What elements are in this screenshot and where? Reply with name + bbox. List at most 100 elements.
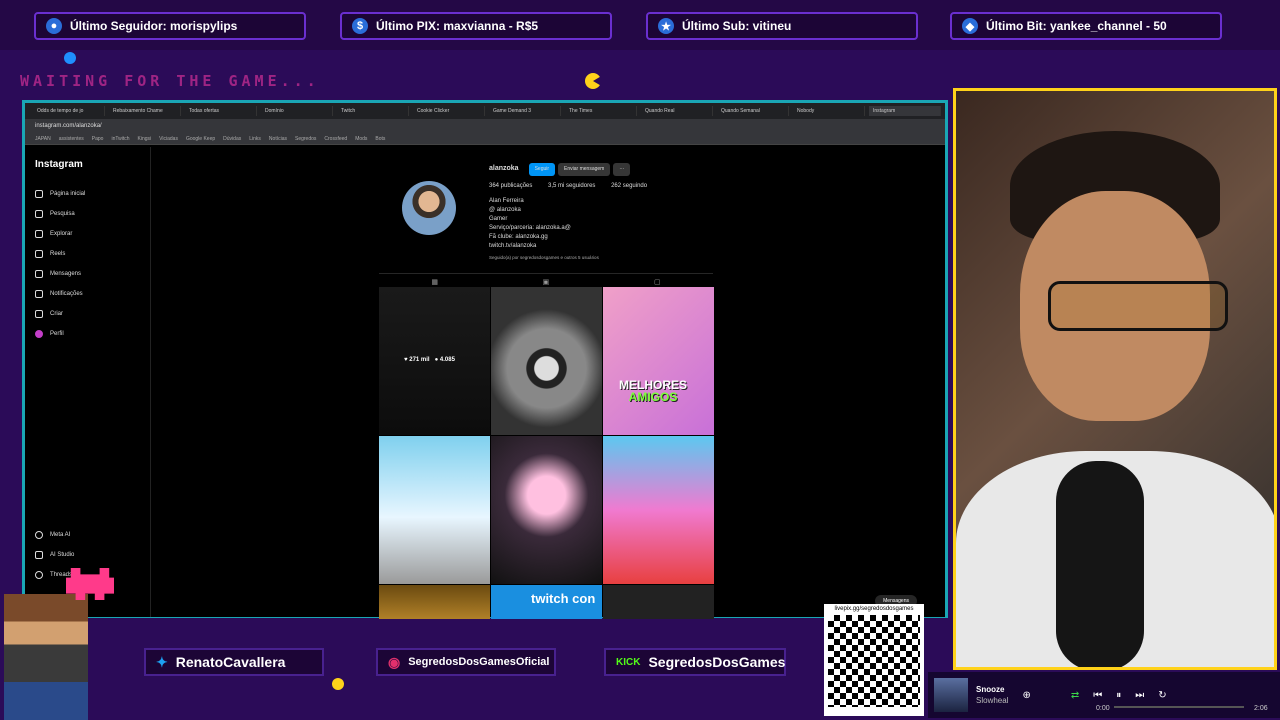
follow-button[interactable]: Seguir: [528, 163, 556, 176]
previous-icon[interactable]: ⏮: [1093, 690, 1102, 701]
bio-line: Fã clube: alanzoka.gg: [489, 234, 548, 240]
stream-overlay: ● Último Seguidor: morispylips $ Último PI…: [0, 0, 1280, 720]
post-tile[interactable]: [379, 585, 490, 619]
bookmark[interactable]: Notícias: [269, 136, 287, 142]
ig-sidebar: Instagram Página inicial Pesquisa Explor…: [25, 147, 151, 617]
nav-label: Explorar: [50, 231, 73, 237]
social-label: SegredosDosGamesOficial: [408, 656, 550, 668]
post-tile[interactable]: [491, 436, 602, 584]
bio-line: Gamer: [489, 216, 508, 222]
browser-tab[interactable]: Cookie Clicker: [413, 106, 485, 116]
nav-notifications[interactable]: Notificações: [35, 284, 140, 304]
bookmark[interactable]: Google Keep: [186, 136, 215, 142]
nav-explore[interactable]: Explorar: [35, 224, 140, 244]
post-tile[interactable]: [603, 585, 714, 619]
post-tile[interactable]: ♥ 271 mil ● 4.085: [379, 287, 490, 435]
alert-label: Último Sub: vitineu: [682, 19, 792, 33]
posts-count: 364 publicações: [489, 183, 533, 189]
avatar-icon: [35, 330, 43, 338]
threads-icon: [35, 571, 43, 579]
post-tile[interactable]: twitch con: [491, 585, 602, 619]
bookmark[interactable]: Papo: [92, 136, 104, 142]
nav-reels[interactable]: Reels: [35, 244, 140, 264]
nav-home[interactable]: Página inicial: [35, 184, 140, 204]
bookmark[interactable]: Bots: [375, 136, 385, 142]
webcam-glasses: [1048, 281, 1228, 331]
last-follower-alert: ● Último Seguidor: morispylips: [34, 12, 306, 40]
tagged-tab-icon[interactable]: ▢: [654, 278, 661, 286]
browser-tab[interactable]: The Times: [565, 106, 637, 116]
sidebar-bottom: Meta AI AI Studio Threads: [35, 525, 74, 585]
post-banner: MELHORES AMIGOS: [619, 379, 687, 403]
bookmark[interactable]: Viciadas: [159, 136, 178, 142]
progress-bar[interactable]: [1114, 706, 1244, 708]
bookmark[interactable]: Links: [249, 136, 261, 142]
browser-tab[interactable]: Quando Real: [641, 106, 713, 116]
followed-by[interactable]: Seguido(a) por segredosdosgames e outros…: [489, 253, 661, 262]
browser-tab[interactable]: Twitch: [337, 106, 409, 116]
nav-profile[interactable]: Perfil: [35, 324, 140, 344]
browser-tab[interactable]: Odds de tempo de jo: [33, 106, 105, 116]
url-text: instagram.com/alanzoka/: [35, 123, 102, 129]
pacman-icon: [585, 73, 601, 89]
following-count[interactable]: 262 seguindo: [611, 183, 647, 189]
browser-tab[interactable]: Rebaixamento Chame: [109, 106, 181, 116]
bio-link[interactable]: twitch.tv/alanzoka: [489, 242, 661, 251]
kick-handle: KICK SegredosDosGames: [604, 648, 786, 676]
threads-handle[interactable]: @ alanzoka: [489, 206, 661, 215]
instagram-logo[interactable]: Instagram: [35, 159, 140, 170]
browser-tab[interactable]: Todas ofertas: [185, 106, 257, 116]
repeat-icon[interactable]: ↻: [1158, 690, 1166, 701]
bookmark[interactable]: inTwitch: [111, 136, 129, 142]
bookmark[interactable]: JAPAN: [35, 136, 51, 142]
nav-label: Criar: [50, 311, 63, 317]
nav-label: AI Studio: [50, 552, 75, 558]
reels-tab-icon[interactable]: ▣: [543, 278, 550, 286]
nav-meta-ai[interactable]: Meta AI: [35, 525, 74, 545]
nav-search[interactable]: Pesquisa: [35, 204, 140, 224]
post-hover-stats: ♥ 271 mil ● 4.085: [404, 357, 455, 363]
post-tile[interactable]: MELHORES AMIGOS: [603, 287, 714, 435]
instagram-page: Instagram Página inicial Pesquisa Explor…: [25, 147, 945, 619]
shuffle-icon[interactable]: ⇄: [1071, 690, 1079, 701]
microphone: [1056, 461, 1144, 667]
star-icon: ★: [658, 18, 674, 34]
pause-icon[interactable]: ⏸: [1116, 690, 1121, 701]
social-label: SegredosDosGames: [648, 654, 786, 670]
bookmark[interactable]: Kingsi: [138, 136, 152, 142]
grid-tab-icon[interactable]: ▦: [431, 278, 438, 286]
post-tile[interactable]: [379, 436, 490, 584]
browser-tab[interactable]: Quando Semanal: [717, 106, 789, 116]
address-bar[interactable]: instagram.com/alanzoka/: [25, 119, 945, 133]
more-options-button[interactable]: ···: [613, 163, 631, 176]
nav-create[interactable]: Criar: [35, 304, 140, 324]
alert-label: Último PIX: maxvianna - R$5: [376, 19, 539, 33]
message-button[interactable]: Enviar mensagem: [558, 163, 611, 176]
alert-label: Último Bit: yankee_channel - 50: [986, 19, 1167, 33]
browser-tab[interactable]: Game Demand 3: [489, 106, 561, 116]
followers-count[interactable]: 3,5 mi seguidores: [548, 183, 595, 189]
last-pix-alert: $ Último PIX: maxvianna - R$5: [340, 12, 612, 40]
banner-line: AMIGOS: [628, 390, 678, 404]
kick-icon: KICK: [616, 656, 641, 668]
nav-messages[interactable]: Mensagens: [35, 264, 140, 284]
bookmark[interactable]: assistentes: [59, 136, 84, 142]
browser-tab[interactable]: Nobody: [793, 106, 865, 116]
browser-tab-active[interactable]: Instagram: [869, 106, 941, 116]
livepix-qr: livepix.gg/segredosdosgames: [824, 604, 924, 716]
post-tile[interactable]: [603, 436, 714, 584]
next-icon[interactable]: ⏭: [1135, 690, 1144, 701]
add-icon[interactable]: ⊕: [1022, 690, 1030, 701]
browser-tabs: Odds de tempo de jo Rebaixamento Chame T…: [25, 103, 945, 119]
nav-ai-studio[interactable]: AI Studio: [35, 545, 74, 565]
bookmark[interactable]: Crossfeed: [324, 136, 347, 142]
bookmark[interactable]: Dúvidas: [223, 136, 241, 142]
nav-label: Mensagens: [50, 271, 82, 277]
bookmark[interactable]: Mods: [355, 136, 367, 142]
post-tile[interactable]: [491, 287, 602, 435]
profile-avatar[interactable]: [402, 181, 456, 235]
instagram-icon: ◉: [388, 653, 401, 670]
twitchcon-text: twitch con: [531, 591, 596, 606]
browser-tab[interactable]: Domínio: [261, 106, 333, 116]
bookmark[interactable]: Segredos: [295, 136, 316, 142]
